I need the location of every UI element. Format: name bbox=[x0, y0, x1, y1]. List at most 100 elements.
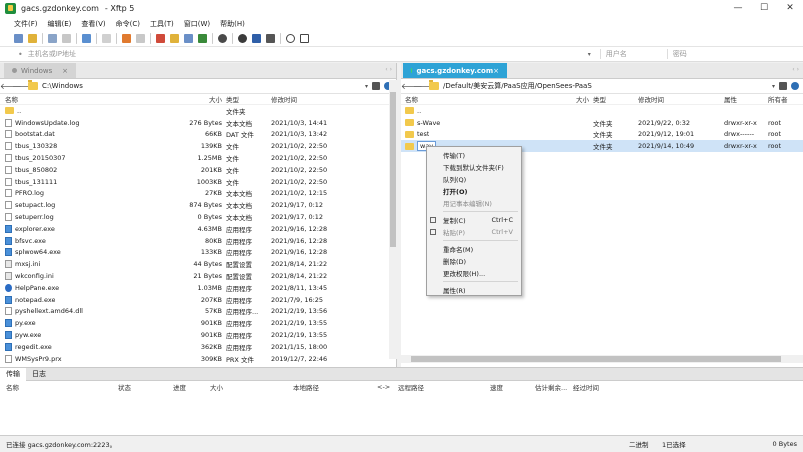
context-menu-item[interactable]: 打开(O) bbox=[427, 185, 521, 197]
tab-transfer[interactable]: 传输 bbox=[0, 367, 26, 381]
local-file-row[interactable]: WMSysPr9.prx 309KB PRX 文件 2019/12/7, 22:46 bbox=[0, 353, 396, 365]
column-eta[interactable]: 估计剩余... bbox=[535, 382, 573, 392]
column-progress[interactable]: 进度 bbox=[173, 382, 210, 392]
context-menu-item[interactable]: 更改权限(H)... bbox=[427, 267, 521, 279]
menu-view[interactable]: 查看(V) bbox=[81, 19, 105, 29]
column-type[interactable]: 类型 bbox=[226, 94, 271, 104]
transfer-mode[interactable]: 二进制 bbox=[629, 439, 662, 449]
local-file-row[interactable]: regedit.exe 362KB 应用程序 2021/1/15, 18:00 bbox=[0, 341, 396, 353]
local-file-row[interactable]: tbus_130328 139KB 文件 2021/10/2, 22:50 bbox=[0, 140, 396, 152]
connect-icon[interactable] bbox=[48, 34, 57, 43]
path-dropdown-icon[interactable]: ▾ bbox=[772, 83, 775, 90]
remote-file-row[interactable]: s-Wave 文件夹 2021/9/22, 0:32 drwxr-xr-x root bbox=[401, 117, 803, 129]
local-file-row[interactable]: notepad.exe 207KB 应用程序 2021/7/9, 16:25 bbox=[0, 294, 396, 306]
column-size[interactable]: 大小 bbox=[158, 94, 226, 104]
column-local-path[interactable]: 本地路径 bbox=[293, 382, 377, 392]
scrollbar-thumb[interactable] bbox=[390, 92, 396, 247]
tab-close-icon[interactable]: × bbox=[62, 67, 68, 75]
tab-log[interactable]: 日志 bbox=[26, 368, 52, 381]
forward-arrow-icon[interactable]: 🡒 bbox=[413, 81, 434, 91]
username-input[interactable]: 用户名 bbox=[599, 49, 667, 59]
menu-window[interactable]: 窗口(W) bbox=[184, 19, 210, 29]
folder-icon[interactable] bbox=[170, 34, 179, 43]
context-menu-item[interactable]: 队列(Q) bbox=[427, 173, 521, 185]
column-status[interactable]: 状态 bbox=[118, 382, 173, 392]
column-name[interactable]: 名称 bbox=[401, 94, 565, 104]
menu-edit[interactable]: 编辑(E) bbox=[48, 19, 72, 29]
column-type[interactable]: 类型 bbox=[593, 94, 638, 104]
context-menu-item[interactable]: 重命名(M) bbox=[427, 243, 521, 255]
remote-horizontal-scrollbar[interactable] bbox=[401, 355, 803, 363]
local-file-row[interactable]: WindowsUpdate.log 276 Bytes 文本文档 2021/10/3,… bbox=[0, 117, 396, 129]
menu-command[interactable]: 命令(C) bbox=[116, 19, 140, 29]
parent-folder-icon[interactable] bbox=[372, 82, 380, 90]
local-file-row[interactable]: pyw.exe 901KB 应用程序 2021/2/19, 13:55 bbox=[0, 329, 396, 341]
open-folder-icon[interactable] bbox=[28, 34, 37, 43]
lock-icon[interactable] bbox=[252, 34, 261, 43]
local-file-row[interactable]: py.exe 901KB 应用程序 2021/2/19, 13:55 bbox=[0, 317, 396, 329]
tab-close-icon[interactable]: × bbox=[493, 67, 499, 75]
font-icon[interactable] bbox=[266, 34, 275, 43]
scrollbar-thumb[interactable] bbox=[411, 356, 781, 362]
local-file-row[interactable]: explorer.exe 4.63MB 应用程序 2021/9/16, 12:28 bbox=[0, 223, 396, 235]
column-name[interactable]: 名称 bbox=[0, 382, 118, 392]
sync-icon[interactable] bbox=[156, 34, 165, 43]
local-file-row[interactable]: .. 文件夹 bbox=[0, 105, 396, 117]
column-size[interactable]: 大小 bbox=[210, 382, 293, 392]
column-attributes[interactable]: 属性 bbox=[724, 94, 768, 104]
host-input[interactable]: 主机名或IP地址 bbox=[28, 49, 588, 59]
minimize-button[interactable]: — bbox=[725, 0, 751, 16]
column-elapsed[interactable]: 经过时间 bbox=[573, 382, 613, 392]
local-file-row[interactable]: HelpPane.exe 1.03MB 应用程序 2021/8/11, 13:45 bbox=[0, 282, 396, 294]
local-file-row[interactable]: bootstat.dat 66KB DAT 文件 2021/10/3, 13:42 bbox=[0, 129, 396, 141]
context-menu-item[interactable]: 复制(C) Ctrl+C bbox=[427, 214, 521, 226]
column-mtime[interactable]: 修改时间 bbox=[271, 94, 379, 104]
column-remote-path[interactable]: 远程路径 bbox=[398, 382, 490, 392]
local-file-row[interactable]: setuperr.log 0 Bytes 文本文档 2021/9/17, 0:12 bbox=[0, 211, 396, 223]
refresh-icon[interactable] bbox=[791, 82, 799, 90]
local-file-row[interactable]: splwow64.exe 133KB 应用程序 2021/9/16, 12:28 bbox=[0, 247, 396, 259]
tab-scroll-arrows-icon[interactable]: ‹ › bbox=[792, 66, 799, 73]
remote-file-row[interactable]: test 文件夹 2021/9/12, 19:01 drwx------ root bbox=[401, 129, 803, 141]
column-mtime[interactable]: 修改时间 bbox=[638, 94, 724, 104]
maximize-button[interactable]: ☐ bbox=[751, 0, 777, 16]
upload-icon[interactable] bbox=[122, 34, 131, 43]
tab-scroll-arrows-icon[interactable]: ‹ › bbox=[385, 66, 392, 73]
new-session-icon[interactable] bbox=[14, 34, 23, 43]
settings-icon[interactable] bbox=[238, 34, 247, 43]
close-button[interactable]: ✕ bbox=[777, 0, 803, 16]
back-arrow-icon[interactable]: 🡐 bbox=[401, 81, 422, 91]
menu-help[interactable]: 帮助(H) bbox=[220, 19, 245, 29]
menu-file[interactable]: 文件(F) bbox=[14, 19, 38, 29]
menu-tools[interactable]: 工具(T) bbox=[150, 19, 174, 29]
back-arrow-icon[interactable]: 🡐 bbox=[0, 81, 21, 91]
copy-icon[interactable] bbox=[136, 34, 145, 43]
local-file-row[interactable]: tbus_131111 1003KB 文件 2021/10/2, 22:50 bbox=[0, 176, 396, 188]
remote-path-input[interactable]: /Default/美安云算/PaaS应用/OpenSees-PaaS bbox=[443, 81, 772, 91]
refresh-icon[interactable] bbox=[82, 34, 91, 43]
column-name[interactable]: 名称 bbox=[0, 94, 158, 104]
local-file-row[interactable]: tbus_850802 201KB 文件 2021/10/2, 22:50 bbox=[0, 164, 396, 176]
column-size[interactable]: 大小 bbox=[565, 94, 593, 104]
edit-icon[interactable] bbox=[184, 34, 193, 43]
remote-file-row[interactable]: .. bbox=[401, 105, 803, 117]
context-menu-item[interactable]: 下载到默认文件夹(F) bbox=[427, 161, 521, 173]
chat-icon[interactable] bbox=[300, 34, 309, 43]
context-menu-item[interactable]: 删除(D) bbox=[427, 255, 521, 267]
column-speed[interactable]: 速度 bbox=[490, 382, 535, 392]
tab-local-windows[interactable]: Windows × bbox=[4, 63, 76, 78]
local-file-row[interactable]: mxsj.ini 44 Bytes 配置设置 2021/8/14, 21:22 bbox=[0, 258, 396, 270]
local-vertical-scrollbar[interactable] bbox=[389, 80, 397, 359]
local-file-row[interactable]: PFRO.log 27KB 文本文档 2021/10/2, 12:15 bbox=[0, 188, 396, 200]
local-file-row[interactable]: pyshellext.amd64.dll 57KB 应用程序... 2021/2/19… bbox=[0, 306, 396, 318]
local-file-row[interactable]: bfsvc.exe 80KB 应用程序 2021/9/16, 12:28 bbox=[0, 235, 396, 247]
column-owner[interactable]: 所有者 bbox=[768, 94, 803, 104]
local-file-row[interactable]: wkconfig.ini 21 Bytes 配置设置 2021/8/14, 21:22 bbox=[0, 270, 396, 282]
disconnect-icon[interactable] bbox=[62, 34, 71, 43]
tab-remote-session[interactable]: gacs.gzdonkey.com × bbox=[403, 63, 507, 78]
local-path-input[interactable]: C:\Windows bbox=[42, 82, 365, 90]
help-icon[interactable] bbox=[286, 34, 295, 43]
host-dropdown-icon[interactable]: ▾ bbox=[588, 51, 600, 58]
globe-icon[interactable] bbox=[218, 34, 227, 43]
context-menu-item[interactable]: 属性(R) bbox=[427, 284, 521, 296]
